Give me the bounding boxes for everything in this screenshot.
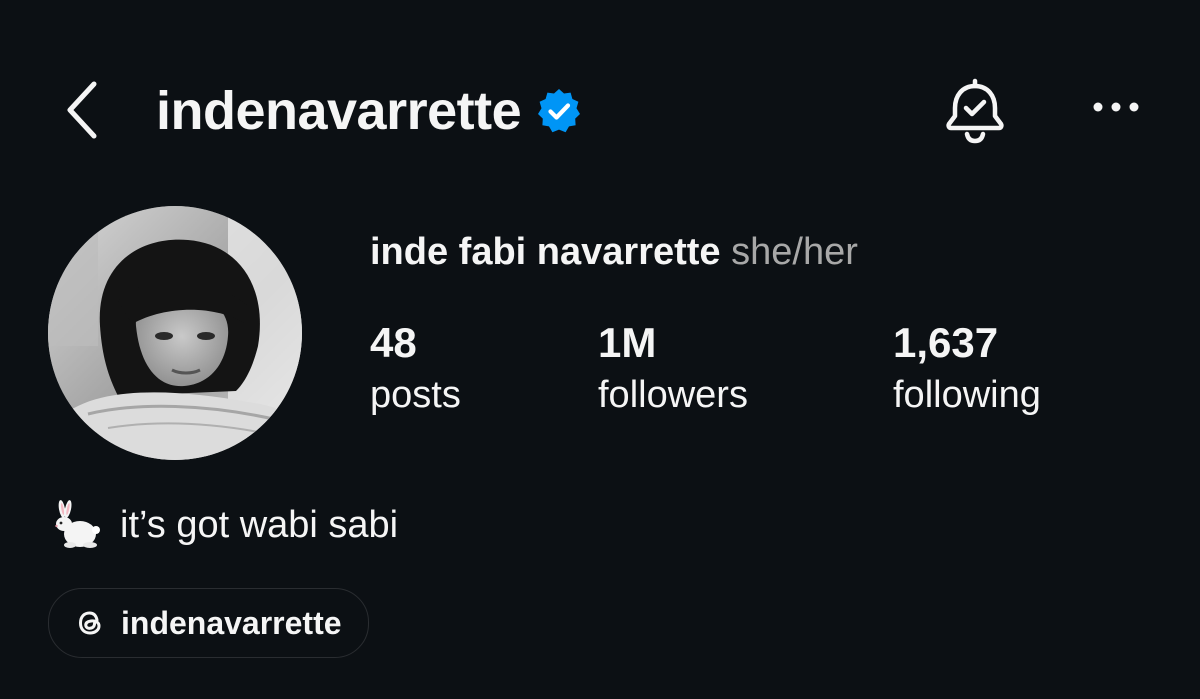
header-username-group: indenavarrette bbox=[156, 76, 583, 146]
stat-posts[interactable]: 48 posts bbox=[370, 318, 461, 422]
profile-avatar[interactable] bbox=[48, 206, 302, 460]
threads-link-button[interactable]: indenavarrette bbox=[48, 588, 369, 658]
stat-following[interactable]: 1,637 following bbox=[893, 318, 1041, 422]
notifications-button[interactable] bbox=[940, 78, 1010, 144]
bell-check-icon bbox=[946, 78, 1004, 144]
stat-followers-value: 1M bbox=[598, 319, 657, 366]
stat-followers[interactable]: 1M followers bbox=[598, 318, 748, 422]
stat-posts-label: posts bbox=[370, 374, 461, 416]
stat-posts-value: 48 bbox=[370, 319, 417, 366]
bio-text: it’s got wabi sabi bbox=[120, 504, 399, 546]
rabbit-emoji bbox=[55, 500, 100, 548]
profile-page: indenavarrette inde fabi navarrette she/… bbox=[0, 0, 1200, 699]
back-button[interactable] bbox=[58, 78, 106, 142]
username-title: indenavarrette bbox=[156, 81, 522, 141]
more-horizontal-icon bbox=[1093, 102, 1139, 112]
verified-badge-icon bbox=[538, 89, 581, 133]
chevron-left-icon bbox=[67, 81, 97, 139]
threads-icon bbox=[79, 611, 101, 635]
full-name: inde fabi navarrette bbox=[370, 231, 721, 273]
stat-following-value: 1,637 bbox=[893, 319, 999, 366]
profile-name-row: inde fabi navarrette she/her bbox=[370, 230, 858, 274]
avatar-photo bbox=[48, 206, 302, 460]
stat-following-label: following bbox=[893, 374, 1041, 416]
pronouns: she/her bbox=[731, 231, 858, 273]
stat-followers-label: followers bbox=[598, 374, 748, 416]
bio: it’s got wabi sabi bbox=[50, 500, 398, 550]
threads-handle: indenavarrette bbox=[121, 604, 342, 641]
more-options-button[interactable] bbox=[1090, 92, 1142, 122]
